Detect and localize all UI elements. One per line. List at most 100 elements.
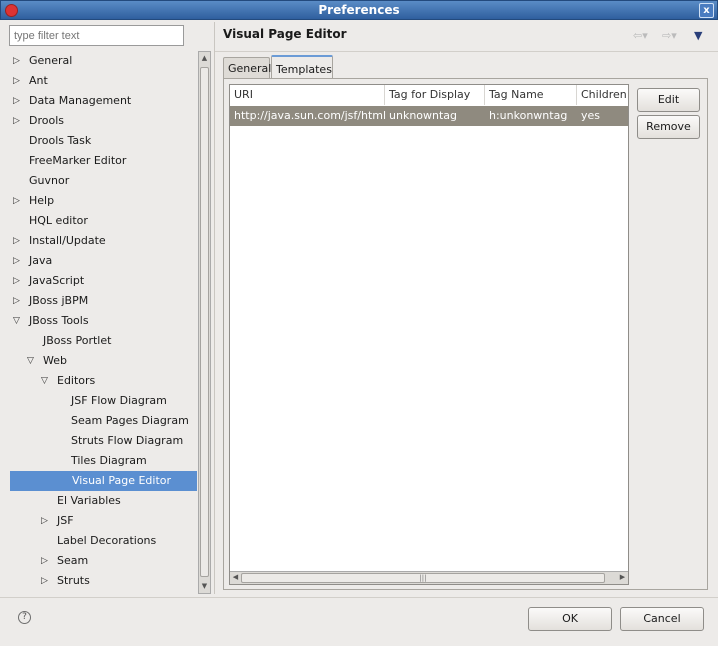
tab-templates[interactable]: Templates [271,55,333,78]
tree-item[interactable]: FreeMarker Editor [9,151,196,171]
tree-item[interactable]: ▷ Struts [9,571,196,591]
back-icon[interactable]: ⇦▾ [633,29,648,42]
remove-button[interactable]: Remove [637,115,700,139]
scroll-down-icon[interactable]: ▼ [199,580,210,593]
expand-down-icon[interactable]: ▽ [41,371,51,391]
hscroll-thumb[interactable]: ||| [241,573,605,583]
tree-item[interactable]: ▷ General [9,51,196,71]
tree-item[interactable]: Tiles Diagram [9,451,196,471]
expand-right-icon[interactable]: ▷ [13,51,23,71]
expand-right-icon[interactable]: ▷ [13,191,23,211]
tree-item-label: JBoss jBPM [29,294,89,307]
column-header-tag-name[interactable]: Tag Name [485,85,577,105]
tree-item[interactable]: Seam Pages Diagram [9,411,196,431]
expand-right-icon[interactable]: ▷ [13,231,23,251]
cell-tag-for-display: unknowntag [389,109,458,122]
tree-item-label: JSF [57,514,74,527]
divider [0,597,718,598]
tree-item[interactable]: ▷ JBoss jBPM [9,291,196,311]
tree-item-label: Editors [57,374,96,387]
page-title: Visual Page Editor [223,27,347,41]
tab-general[interactable]: General [223,57,271,79]
expand-right-icon[interactable]: ▷ [13,291,23,311]
tree-item[interactable]: ▷ Install/Update [9,231,196,251]
expand-right-icon[interactable]: ▷ [13,251,23,271]
tree-item-label: Tiles Diagram [71,454,147,467]
tree-item-label: Struts [57,574,90,587]
tree-item[interactable]: Label Decorations [9,531,196,551]
title-bar: Preferences x [0,0,718,20]
tree-item[interactable]: ▷ JSF [9,511,196,531]
tree-item[interactable]: Struts Flow Diagram [9,431,196,451]
tree-item-label: Web [43,354,67,367]
tree-item-label: FreeMarker Editor [29,154,127,167]
tree-item[interactable]: JBoss Portlet [9,331,196,351]
tree-item-label: Label Decorations [57,534,157,547]
app-icon [5,4,18,17]
preferences-tree: ▷ General ▷ Ant ▷ Data Management ▷ Drools Drool… [9,51,199,593]
tree-item-label: Data Management [29,94,132,107]
scroll-left-icon[interactable]: ◀ [230,572,241,583]
scroll-up-icon[interactable]: ▲ [199,52,210,65]
tree-item-label: El Variables [57,494,121,507]
column-header-uri[interactable]: URI [230,85,385,105]
tree-item[interactable]: ▷ Data Management [9,91,196,111]
tree-item[interactable]: ▽ JBoss Tools [9,311,196,331]
view-menu-icon[interactable]: ▼ [694,29,702,42]
tree-item-label: Visual Page Editor [72,474,172,487]
expand-right-icon[interactable]: ▷ [41,511,51,531]
cell-tag-name: h:unkonwntag [489,109,568,122]
tree-item-label: Java [29,254,53,267]
tree-item[interactable]: Visual Page Editor [10,471,197,491]
tree-item[interactable]: Drools Task [9,131,196,151]
divider [215,51,718,52]
expand-right-icon[interactable]: ▷ [13,271,23,291]
forward-icon[interactable]: ⇨▾ [662,29,677,42]
expand-right-icon[interactable]: ▷ [13,111,23,131]
scroll-right-icon[interactable]: ▶ [617,572,628,583]
tree-item-label: JavaScript [29,274,85,287]
tree-item[interactable]: Guvnor [9,171,196,191]
tree-item[interactable]: ▷ JavaScript [9,271,196,291]
tree-item[interactable]: HQL editor [9,211,196,231]
expand-right-icon[interactable]: ▷ [13,91,23,111]
help-icon[interactable]: ? [18,611,31,624]
cancel-button[interactable]: Cancel [620,607,704,631]
expand-right-icon[interactable]: ▷ [41,551,51,571]
cell-children: yes [581,109,601,122]
expand-down-icon[interactable]: ▽ [13,311,23,331]
tree-item-label: Drools [29,114,64,127]
scroll-thumb[interactable] [200,67,209,577]
window-title: Preferences [318,3,400,17]
table-row[interactable]: http://java.sun.com/jsf/html unknowntag … [230,106,628,126]
tree-item-label: Install/Update [29,234,106,247]
tree-item[interactable]: ▷ Drools [9,111,196,131]
column-header-tag-for-display[interactable]: Tag for Display [385,85,485,105]
tree-item-label: Seam Pages Diagram [71,414,189,427]
sash[interactable] [214,22,215,594]
ok-button[interactable]: OK [528,607,612,631]
table-hscrollbar[interactable]: ◀ ||| ▶ [230,571,628,584]
tree-item-label: General [29,54,73,67]
tree-item-label: Drools Task [29,134,92,147]
tree-item[interactable]: ▷ Seam [9,551,196,571]
edit-button[interactable]: Edit [637,88,700,112]
tree-item[interactable]: El Variables [9,491,196,511]
tree-item[interactable]: ▷ Java [9,251,196,271]
expand-down-icon[interactable]: ▽ [27,351,37,371]
cell-uri: http://java.sun.com/jsf/html [234,109,387,122]
filter-input[interactable] [9,25,184,46]
tree-item[interactable]: ▽ Editors [9,371,196,391]
tree-item[interactable]: ▷ Ant [9,71,196,91]
tree-item[interactable]: ▽ Web [9,351,196,371]
expand-right-icon[interactable]: ▷ [41,571,51,591]
column-header-children[interactable]: Children [577,85,628,105]
tree-item[interactable]: JSF Flow Diagram [9,391,196,411]
tree-item-label: JBoss Portlet [43,334,112,347]
tree-item-label: Guvnor [29,174,70,187]
tree-item[interactable]: ▷ Help [9,191,196,211]
expand-right-icon[interactable]: ▷ [13,71,23,91]
close-icon[interactable]: x [699,3,714,18]
tree-scrollbar[interactable]: ▲ ▼ [198,51,211,594]
tree-item-label: JBoss Tools [29,314,89,327]
